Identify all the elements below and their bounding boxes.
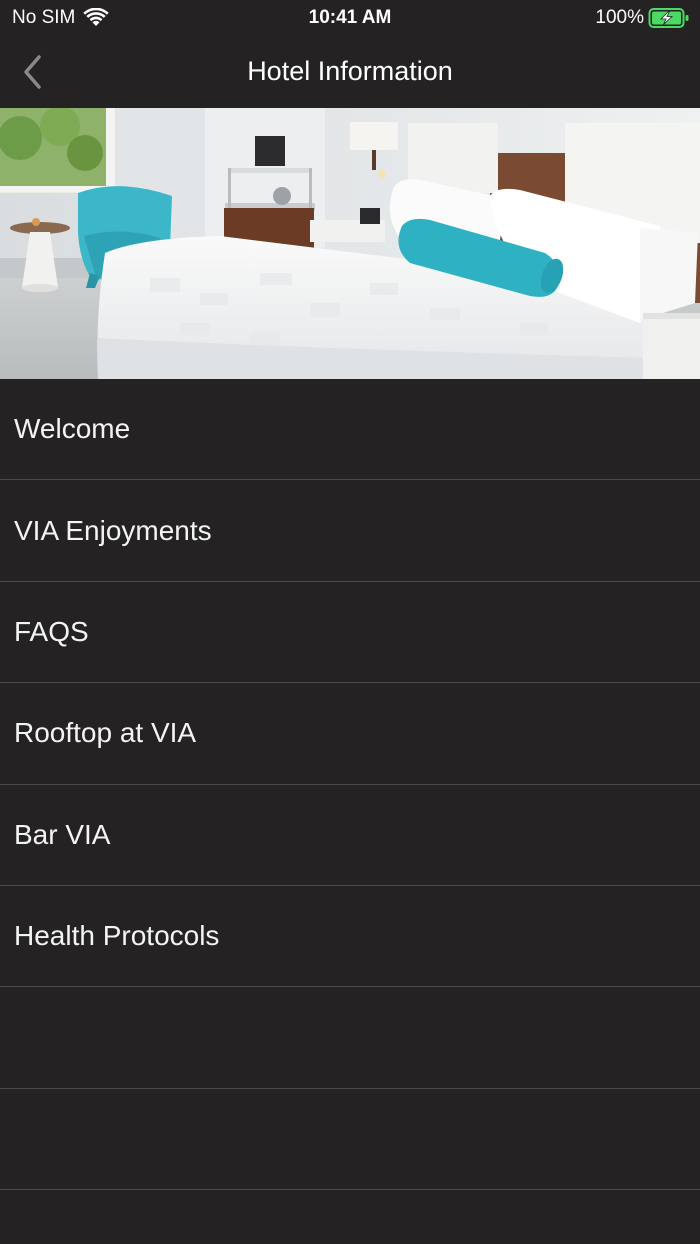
menu-item-rooftop[interactable]: Rooftop at VIA	[0, 683, 700, 785]
menu-item-label: Rooftop at VIA	[14, 717, 197, 749]
hotel-room-illustration	[0, 108, 700, 379]
menu-item-via-enjoyments[interactable]: VIA Enjoyments	[0, 480, 700, 582]
hotel-room-image	[0, 108, 700, 379]
menu-item-label: FAQS	[14, 615, 89, 647]
menu-item-label: VIA Enjoyments	[14, 514, 212, 546]
menu-item-welcome[interactable]: Welcome	[0, 379, 700, 481]
empty-row	[0, 987, 700, 1089]
menu-item-label: Welcome	[14, 413, 131, 445]
navigation-bar: Hotel Information	[0, 36, 700, 108]
page-title: Hotel Information	[247, 56, 453, 86]
menu-item-label: Health Protocols	[14, 920, 220, 952]
battery-percent: 100%	[595, 7, 644, 28]
menu-item-bar-via[interactable]: Bar VIA	[0, 785, 700, 886]
empty-row	[0, 1089, 700, 1191]
hotel-info-menu: Welcome VIA Enjoyments FAQS Rooftop at V…	[0, 379, 700, 1191]
battery-charging-icon	[648, 8, 689, 28]
menu-item-faqs[interactable]: FAQS	[0, 582, 700, 684]
menu-item-label: Bar VIA	[14, 818, 111, 850]
status-bar: No SIM 10:41 AM 100%	[0, 0, 700, 36]
menu-item-health-protocols[interactable]: Health Protocols	[0, 886, 700, 988]
